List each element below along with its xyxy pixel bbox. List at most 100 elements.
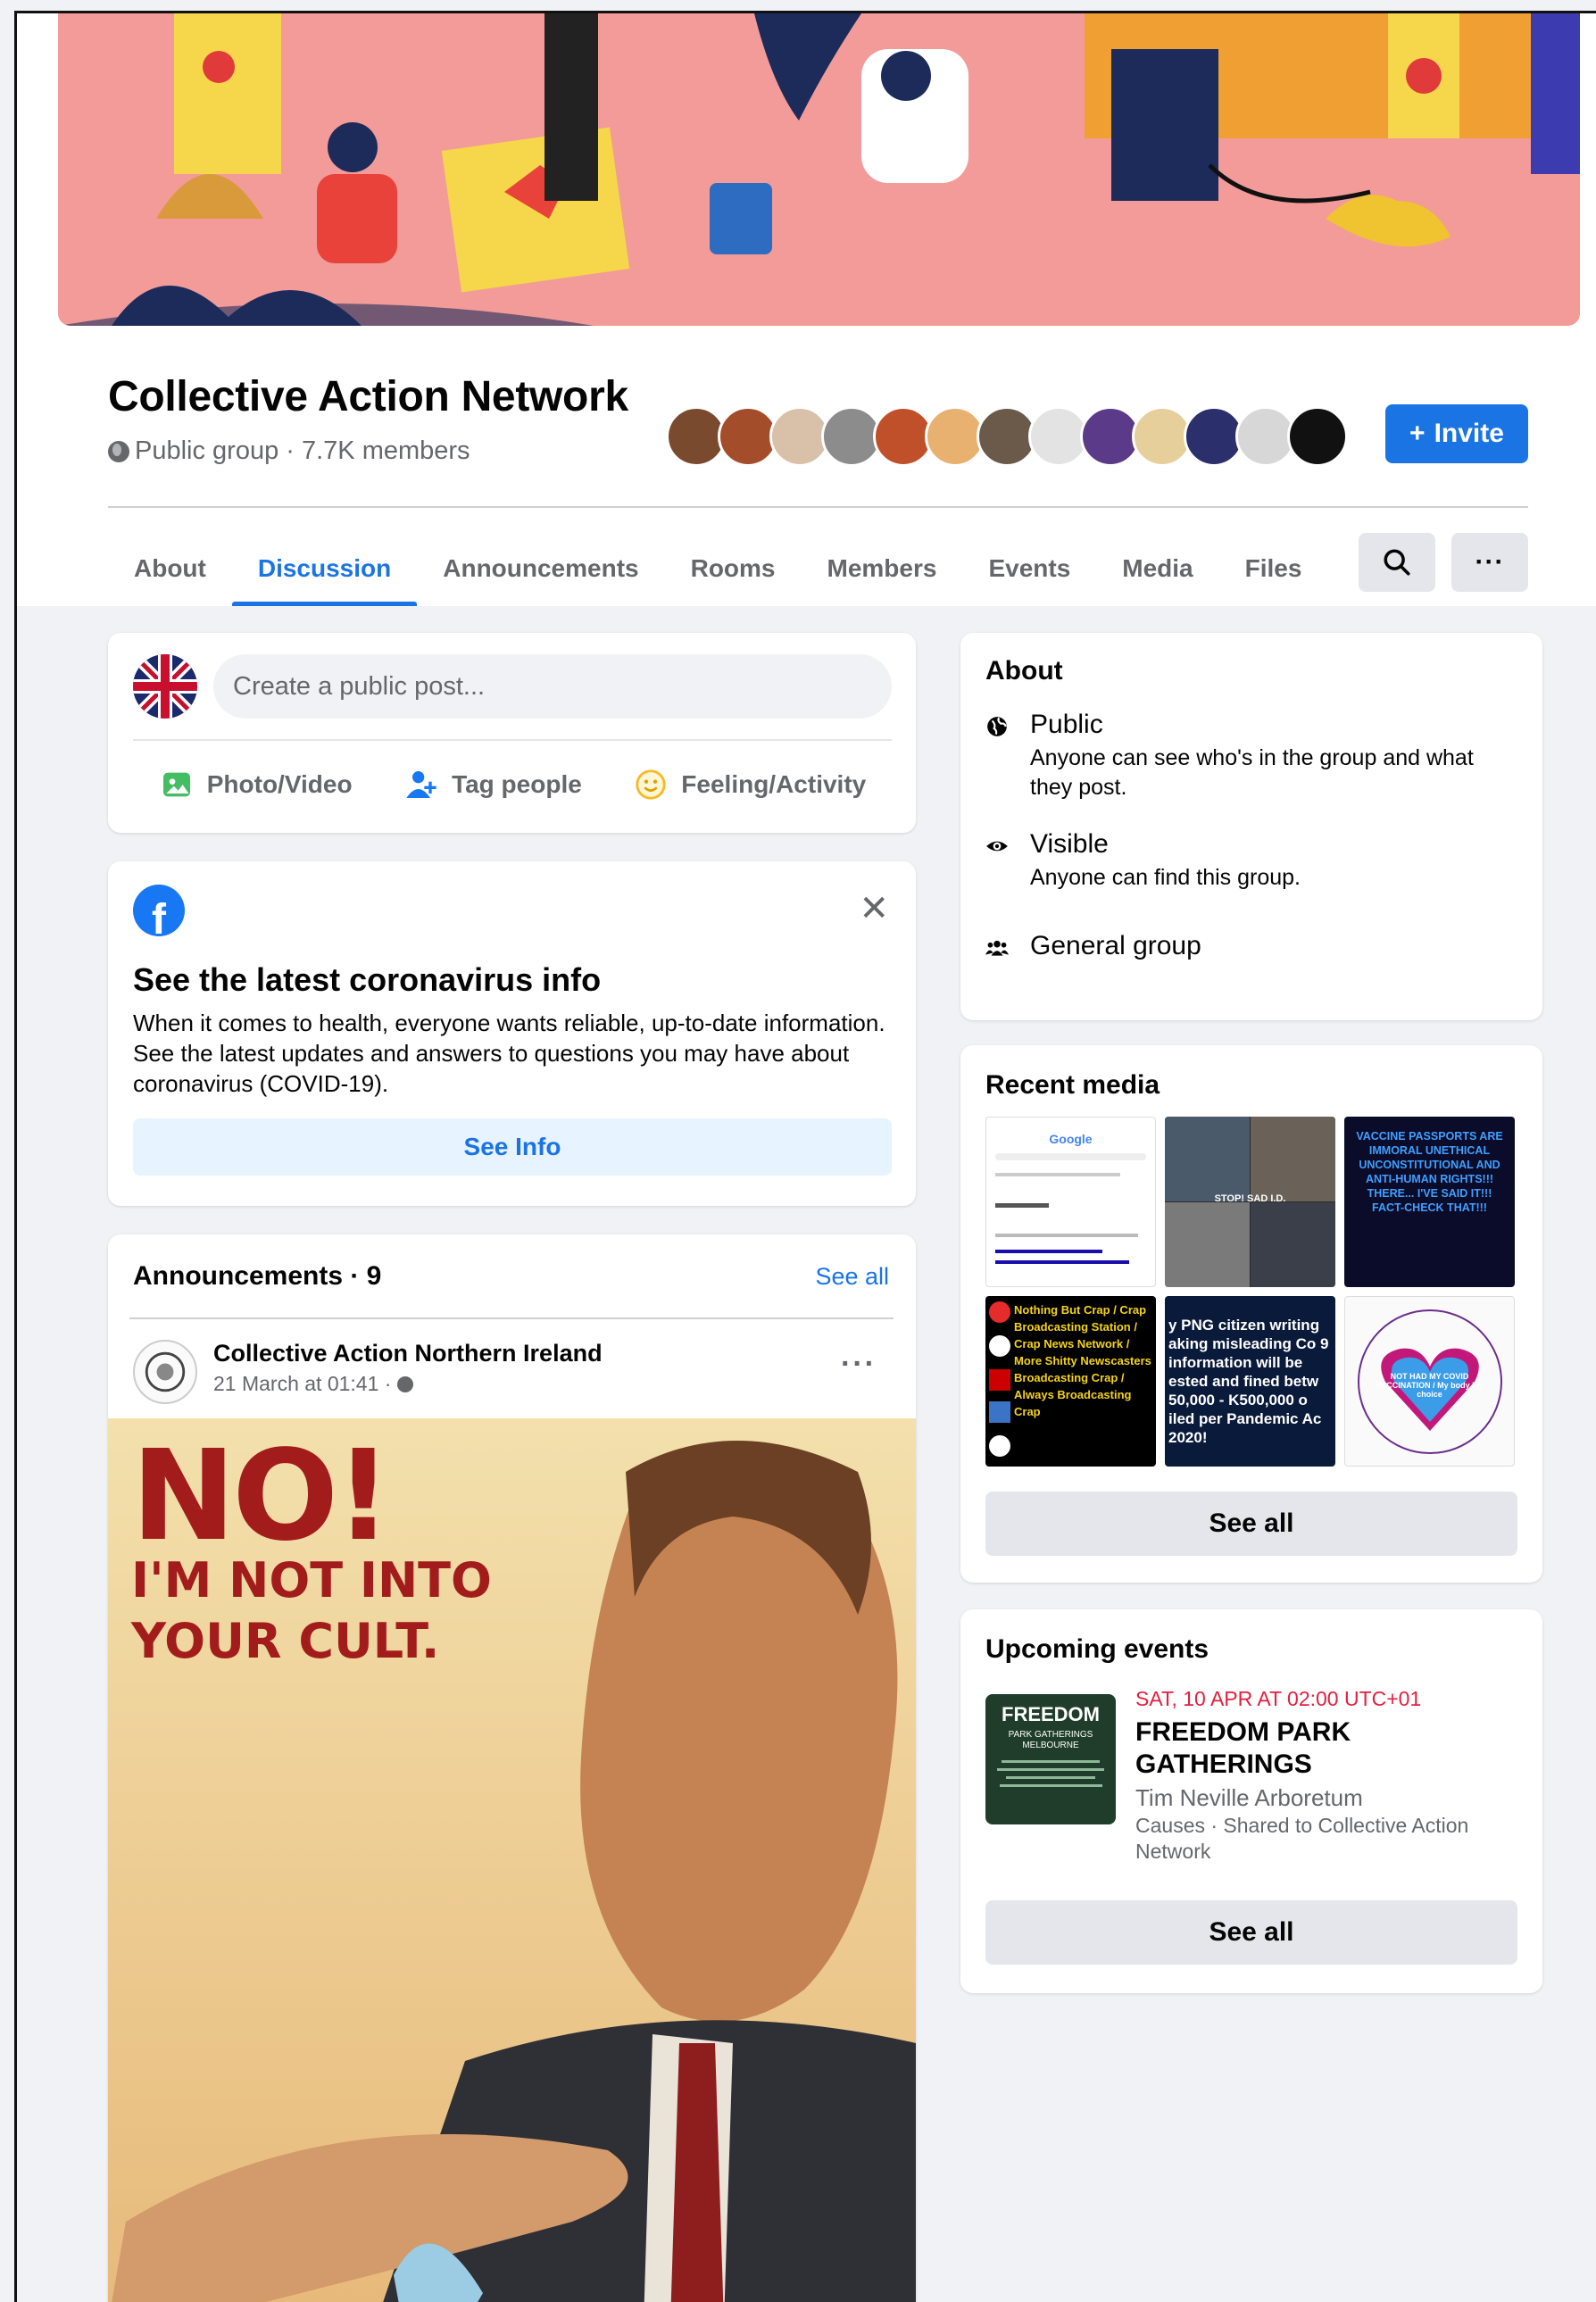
about-item-title: General group — [1030, 931, 1201, 960]
thumb-text: VACCINE PASSPORTS ARE IMMORAL UNETHICAL … — [1356, 1130, 1503, 1214]
post-timestamp[interactable]: 21 March at 01:41 · — [213, 1372, 391, 1395]
group-meta: Public group · 7.7K members — [108, 436, 470, 466]
page-frame: Collective Action Network Public group ·… — [14, 11, 1596, 2302]
globe-icon — [108, 440, 129, 462]
create-post-input[interactable]: Create a public post... — [213, 654, 892, 719]
announcements-card: Announcements · 9 See all Collective Act… — [108, 1234, 916, 2302]
announcements-title: Announcements · 9 — [133, 1261, 382, 1291]
facebook-logo-icon: f — [133, 885, 185, 936]
feeling-activity-button[interactable]: Feeling/Activity — [633, 767, 866, 802]
group-header: Collective Action Network Public group ·… — [17, 13, 1596, 606]
announcements-see-all-link[interactable]: See all — [815, 1263, 889, 1291]
tab-rooms[interactable]: Rooms — [665, 531, 802, 606]
member-avatars[interactable] — [666, 406, 1348, 467]
cover-photo[interactable] — [58, 13, 1580, 326]
group-meta-text: Public group · 7.7K members — [135, 436, 470, 465]
eye-icon — [985, 835, 1009, 858]
invite-label: Invite — [1434, 419, 1504, 448]
thumb-text: STOP! SAD I.D. — [1214, 1193, 1286, 1204]
header-divider — [108, 506, 1528, 508]
event-date: SAT, 10 APR AT 02:00 UTC+01 — [1135, 1687, 1422, 1710]
thumb-text: Google — [1049, 1132, 1093, 1146]
thumb-text: NOT HAD MY COVID VACCINATION / My body M… — [1376, 1372, 1484, 1399]
media-thumb[interactable]: Google — [985, 1117, 1156, 1287]
feeling-activity-label: Feeling/Activity — [681, 770, 867, 798]
event-title[interactable]: FREEDOM PARK GATHERINGS — [1135, 1716, 1510, 1781]
tab-announcements[interactable]: Announcements — [417, 531, 664, 606]
author-avatar[interactable] — [133, 1340, 197, 1404]
poster-headline: NO! — [131, 1424, 392, 1569]
invite-button[interactable]: + Invite — [1385, 404, 1528, 463]
post-author[interactable]: Collective Action Northern Ireland — [213, 1340, 603, 1367]
thumb-text: y PNG citizen writing aking misleading C… — [1168, 1317, 1329, 1446]
upcoming-events-title: Upcoming events — [985, 1634, 1209, 1664]
post-options-icon[interactable]: ··· — [841, 1347, 877, 1382]
events-see-all-button[interactable]: See all — [985, 1900, 1517, 1965]
media-thumb[interactable]: NOT HAD MY COVID VACCINATION / My body M… — [1344, 1296, 1515, 1467]
about-item-title: Public — [1030, 710, 1103, 739]
smiley-icon — [633, 767, 669, 802]
user-avatar[interactable] — [133, 654, 197, 719]
recent-media-card: Recent media Google STOP! SAD I.D. VACCI… — [960, 1045, 1542, 1583]
upcoming-events-card: Upcoming events FREEDOM PARK GATHERINGS … — [960, 1609, 1542, 1993]
photo-video-label: Photo/Video — [206, 770, 353, 798]
post-image[interactable]: NO! I'M NOT INTO YOUR CULT. — [108, 1418, 916, 2302]
composer-divider — [133, 739, 892, 741]
composer-actions: Photo/Video Tag people Feeling/Activity — [133, 752, 892, 818]
media-thumb[interactable]: VACCINE PASSPORTS ARE IMMORAL UNETHICAL … — [1344, 1117, 1515, 1287]
about-item-general-group: General group — [985, 931, 1201, 961]
tab-events[interactable]: Events — [962, 531, 1096, 606]
more-options-button[interactable]: ··· — [1451, 533, 1528, 592]
tab-discussion[interactable]: Discussion — [231, 531, 418, 606]
see-info-button[interactable]: See Info — [133, 1118, 892, 1176]
about-card: About Public Anyone can see who's in the… — [960, 633, 1542, 1020]
covid-info-card: f ✕ See the latest coronavirus info When… — [108, 861, 916, 1206]
recent-media-title: Recent media — [985, 1070, 1160, 1100]
media-thumb[interactable]: y PNG citizen writing aking misleading C… — [1165, 1296, 1335, 1467]
tab-about[interactable]: About — [108, 531, 232, 606]
event-thumb-subtitle: PARK GATHERINGS MELBOURNE — [1008, 1730, 1093, 1750]
thumb-text: Nothing But Crap / Crap Broadcasting Sta… — [1014, 1303, 1151, 1418]
public-globe-icon — [396, 1376, 413, 1392]
event-details: Causes · Shared to Collective Action Net… — [1135, 1814, 1469, 1863]
group-tabs: About Discussion Announcements Rooms Mem… — [108, 531, 1327, 606]
media-thumb[interactable]: STOP! SAD I.D. — [1165, 1117, 1335, 1287]
tag-people-icon — [403, 767, 439, 802]
event-location: Tim Neville Arboretum — [1135, 1784, 1363, 1811]
union-flag-icon — [133, 654, 197, 719]
poster-line-3: YOUR CULT. — [131, 1613, 440, 1669]
about-item-desc: Anyone can see who's in the group and wh… — [1030, 745, 1474, 800]
about-title: About — [985, 656, 1063, 686]
announcements-divider — [129, 1317, 894, 1319]
cover-illustration — [58, 13, 1580, 326]
close-icon[interactable]: ✕ — [859, 888, 889, 929]
event-thumb-title: FREEDOM — [1002, 1703, 1100, 1725]
globe-icon — [985, 715, 1009, 738]
avatar[interactable] — [1287, 406, 1348, 467]
photo-icon — [159, 767, 195, 802]
tab-media[interactable]: Media — [1096, 531, 1218, 606]
group-name[interactable]: Collective Action Network — [108, 372, 628, 421]
covid-card-body: When it comes to health, everyone wants … — [133, 1010, 885, 1097]
tag-people-button[interactable]: Tag people — [403, 767, 582, 802]
post-composer: Create a public post... Photo/Video Tag … — [108, 633, 916, 833]
photo-video-button[interactable]: Photo/Video — [159, 767, 353, 802]
poster-line-2: I'M NOT INTO — [131, 1552, 492, 1608]
media-see-all-button[interactable]: See all — [985, 1492, 1517, 1556]
about-item-title: Visible — [1030, 829, 1109, 859]
media-thumb[interactable]: Nothing But Crap / Crap Broadcasting Sta… — [985, 1296, 1156, 1467]
tab-files[interactable]: Files — [1219, 531, 1328, 606]
ellipsis-icon: ··· — [1475, 547, 1505, 577]
media-grid: Google STOP! SAD I.D. VACCINE PASSPORTS … — [985, 1117, 1515, 1467]
covid-card-title: See the latest coronavirus info — [133, 961, 602, 998]
plus-icon: + — [1409, 419, 1426, 448]
search-icon — [1384, 549, 1410, 576]
tab-members[interactable]: Members — [802, 531, 963, 606]
post-meta: 21 March at 01:41 · — [213, 1372, 413, 1396]
search-button[interactable] — [1359, 533, 1435, 592]
tag-people-label: Tag people — [452, 770, 582, 798]
about-item-desc: Anyone can find this group. — [1030, 865, 1301, 890]
event-thumbnail[interactable]: FREEDOM PARK GATHERINGS MELBOURNE — [985, 1694, 1116, 1824]
people-icon — [985, 936, 1009, 960]
about-item-public: Public Anyone can see who's in the group… — [985, 710, 1503, 802]
